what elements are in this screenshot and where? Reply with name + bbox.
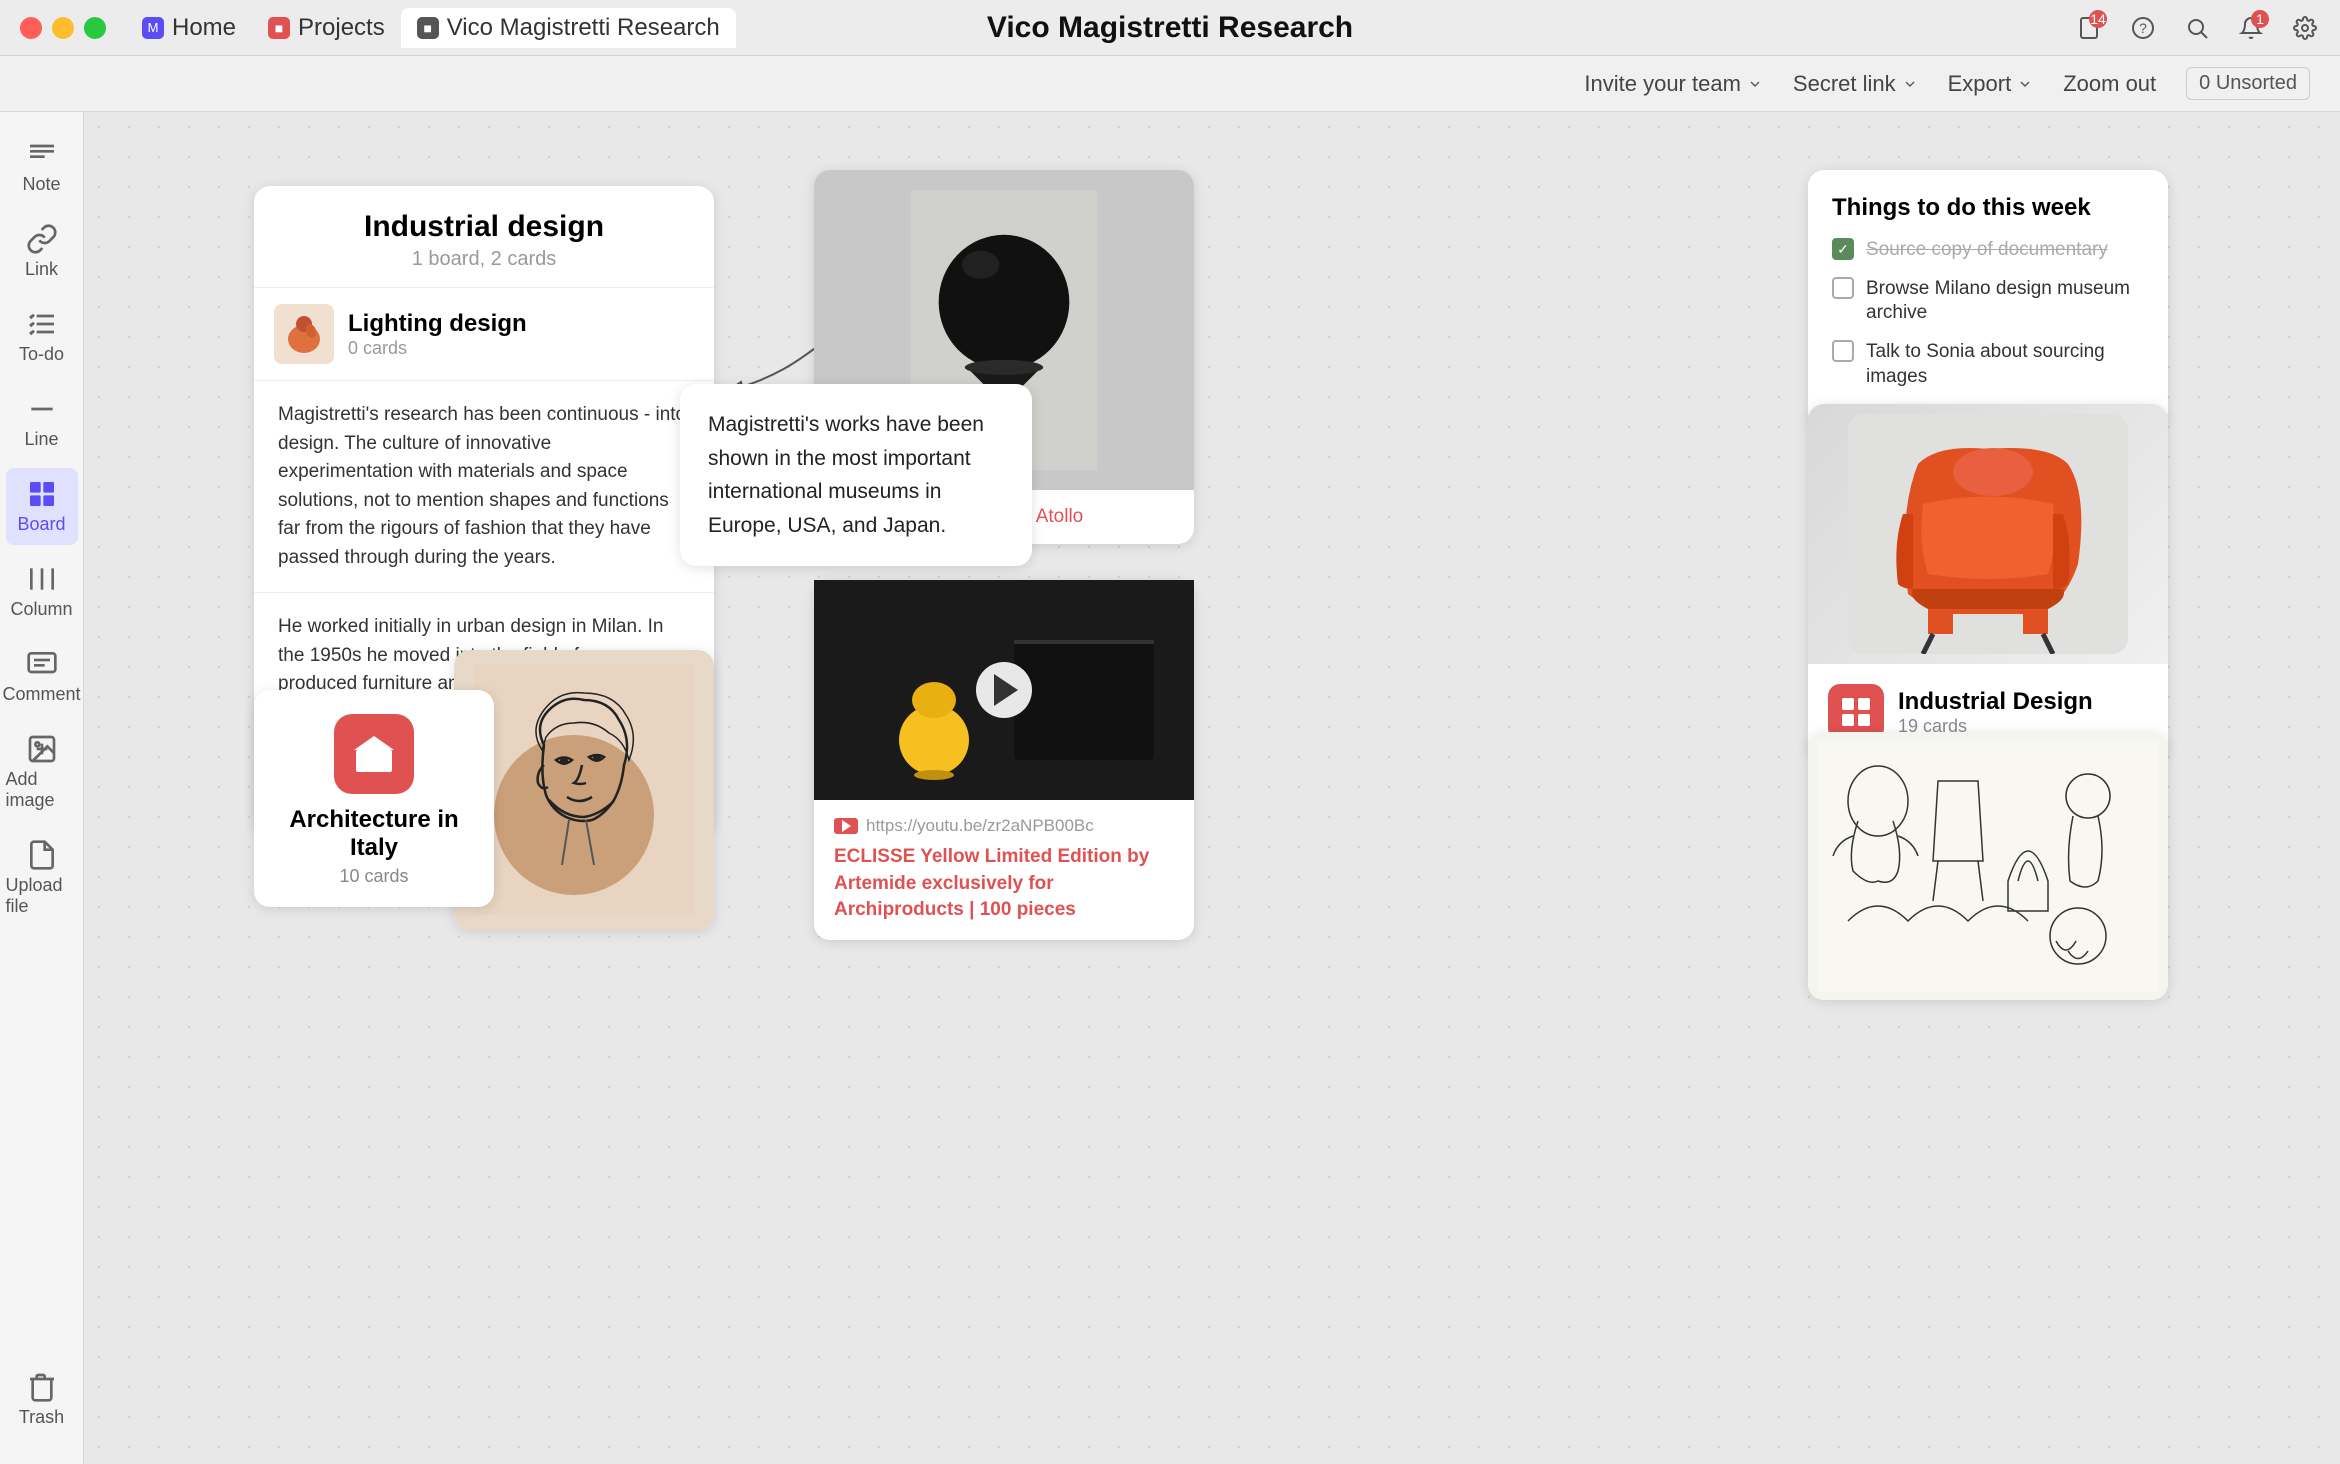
sidebar-item-trash[interactable]: Trash [6,1361,78,1438]
sidebar-item-todo[interactable]: To-do [6,298,78,375]
video-thumbnail[interactable] [814,580,1194,800]
notifications-icon[interactable]: 1 [2236,13,2266,43]
industrial-text-block-1: Magistretti's research has been continuo… [254,381,714,593]
tab-projects-label: Projects [298,14,385,42]
video-url: https://youtu.be/zr2aNPB00Bc [866,816,1094,836]
todo-text-1: Source copy of documentary [1866,238,2108,263]
chair-info: Industrial Design 19 cards [1898,688,2093,737]
vico-tab-icon: ■ [417,17,439,39]
video-title[interactable]: ECLISSE Yellow Limited Edition by Artemi… [834,844,1174,924]
tab-home-label: Home [172,14,236,42]
youtube-icon [834,818,858,834]
tab-projects[interactable]: ■ Projects [252,8,401,48]
quote-text: Magistretti's works have been shown in t… [708,408,1004,542]
sidebar-item-board[interactable]: Board [6,468,78,545]
invite-team-button[interactable]: Invite your team [1584,71,1763,97]
chair-image [1808,404,2168,664]
todo-item-3: Talk to Sonia about sourcing images [1832,340,2144,389]
youtube-row: https://youtu.be/zr2aNPB00Bc [834,816,1174,836]
todo-text-2: Browse Milano design museum archive [1866,277,2144,326]
sidebar-comment-label: Comment [2,684,80,705]
help-icon[interactable]: ? [2128,13,2158,43]
sidebar-trash-label: Trash [19,1407,64,1428]
youtube-play-icon [842,820,851,832]
sidebar-item-line[interactable]: Line [6,383,78,460]
secret-link-button[interactable]: Secret link [1793,71,1918,97]
architecture-count: 10 cards [274,866,474,887]
svg-text:?: ? [2139,20,2147,36]
tablet-icon[interactable]: 14 [2074,13,2104,43]
zoom-out-button[interactable]: Zoom out [2063,71,2156,97]
lighting-name: Lighting design [348,310,527,338]
search-icon[interactable] [2182,13,2212,43]
todo-text-3: Talk to Sonia about sourcing images [1866,340,2144,389]
titlebar: M Home ■ Projects ■ Vico Magistretti Res… [0,0,2340,56]
todo-checkbox-2[interactable] [1832,277,1854,299]
unsorted-badge: 0 Unsorted [2186,67,2310,100]
tab-home[interactable]: M Home [126,8,252,48]
industrial-board-title: Industrial Design [1898,688,2093,716]
lighting-row: Lighting design 0 cards [274,304,694,364]
sidebar-uploadfile-label: Upload file [6,875,78,917]
traffic-lights [20,17,106,39]
todo-heading: Things to do this week [1832,194,2144,222]
sidebar-note-label: Note [22,174,60,195]
todo-checkbox-1[interactable]: ✓ [1832,238,1854,260]
sidebar-item-add-image[interactable]: Add image [6,723,78,821]
checkmark-icon: ✓ [1837,241,1849,258]
todo-checkbox-3[interactable] [1832,340,1854,362]
lighting-count: 0 cards [348,338,527,359]
export-button[interactable]: Export [1948,71,2034,97]
sketch-image [1808,732,2168,1000]
home-tab-icon: M [142,17,164,39]
quote-card: Magistretti's works have been shown in t… [680,384,1032,566]
sidebar-line-label: Line [24,429,58,450]
main-container: Note Link To-do Line Board Column Commen… [0,112,2340,1464]
industrial-card-header: Industrial design 1 board, 2 cards [254,186,714,288]
sidebar-board-label: Board [17,514,65,535]
notifications-badge: 1 [2251,10,2269,28]
todo-item-2: Browse Milano design museum archive [1832,277,2144,326]
sidebar-column-label: Column [10,599,72,620]
play-icon [994,674,1018,706]
sidebar-todo-label: To-do [19,344,64,365]
chair-board-card[interactable]: Industrial Design 19 cards [1808,404,2168,760]
sidebar-item-note[interactable]: Note [6,128,78,205]
video-card[interactable]: https://youtu.be/zr2aNPB00Bc ECLISSE Yel… [814,580,1194,940]
todo-card: Things to do this week ✓ Source copy of … [1808,170,2168,427]
minimize-button[interactable] [52,17,74,39]
sidebar-item-link[interactable]: Link [6,213,78,290]
video-footer: https://youtu.be/zr2aNPB00Bc ECLISSE Yel… [814,800,1194,940]
industrial-text-1: Magistretti's research has been continuo… [278,401,690,572]
architecture-card[interactable]: Architecture in Italy 10 cards [254,690,494,907]
sidebar: Note Link To-do Line Board Column Commen… [0,112,84,1464]
architecture-icon [334,714,414,794]
tabs-area: M Home ■ Projects ■ Vico Magistretti Res… [126,8,736,48]
tablet-badge: 14 [2089,10,2107,28]
page-title: Vico Magistretti Research [987,11,1353,45]
sketch-card [1808,732,2168,1000]
lighting-thumb [274,304,334,364]
sidebar-item-upload-file[interactable]: Upload file [6,829,78,927]
maximize-button[interactable] [84,17,106,39]
settings-icon[interactable] [2290,13,2320,43]
titlebar-right: 14 ? 1 [2074,13,2320,43]
sidebar-addimage-label: Add image [6,769,78,811]
projects-tab-icon: ■ [268,17,290,39]
sidebar-link-label: Link [25,259,58,280]
toolbar-top: Invite your team Secret link Export Zoom… [0,56,2340,112]
sidebar-item-comment[interactable]: Comment [6,638,78,715]
architecture-title: Architecture in Italy [274,806,474,862]
canvas: Industrial design 1 board, 2 cards Light [84,112,2340,1464]
tab-vico-label: Vico Magistretti Research [447,14,720,42]
tab-vico[interactable]: ■ Vico Magistretti Research [401,8,736,48]
todo-item-1: ✓ Source copy of documentary [1832,238,2144,263]
sidebar-item-column[interactable]: Column [6,553,78,630]
play-button[interactable] [976,662,1032,718]
industrial-card-title: Industrial design [278,210,690,244]
close-button[interactable] [20,17,42,39]
lighting-section[interactable]: Lighting design 0 cards [254,288,714,381]
industrial-card-subtitle: 1 board, 2 cards [278,248,690,271]
